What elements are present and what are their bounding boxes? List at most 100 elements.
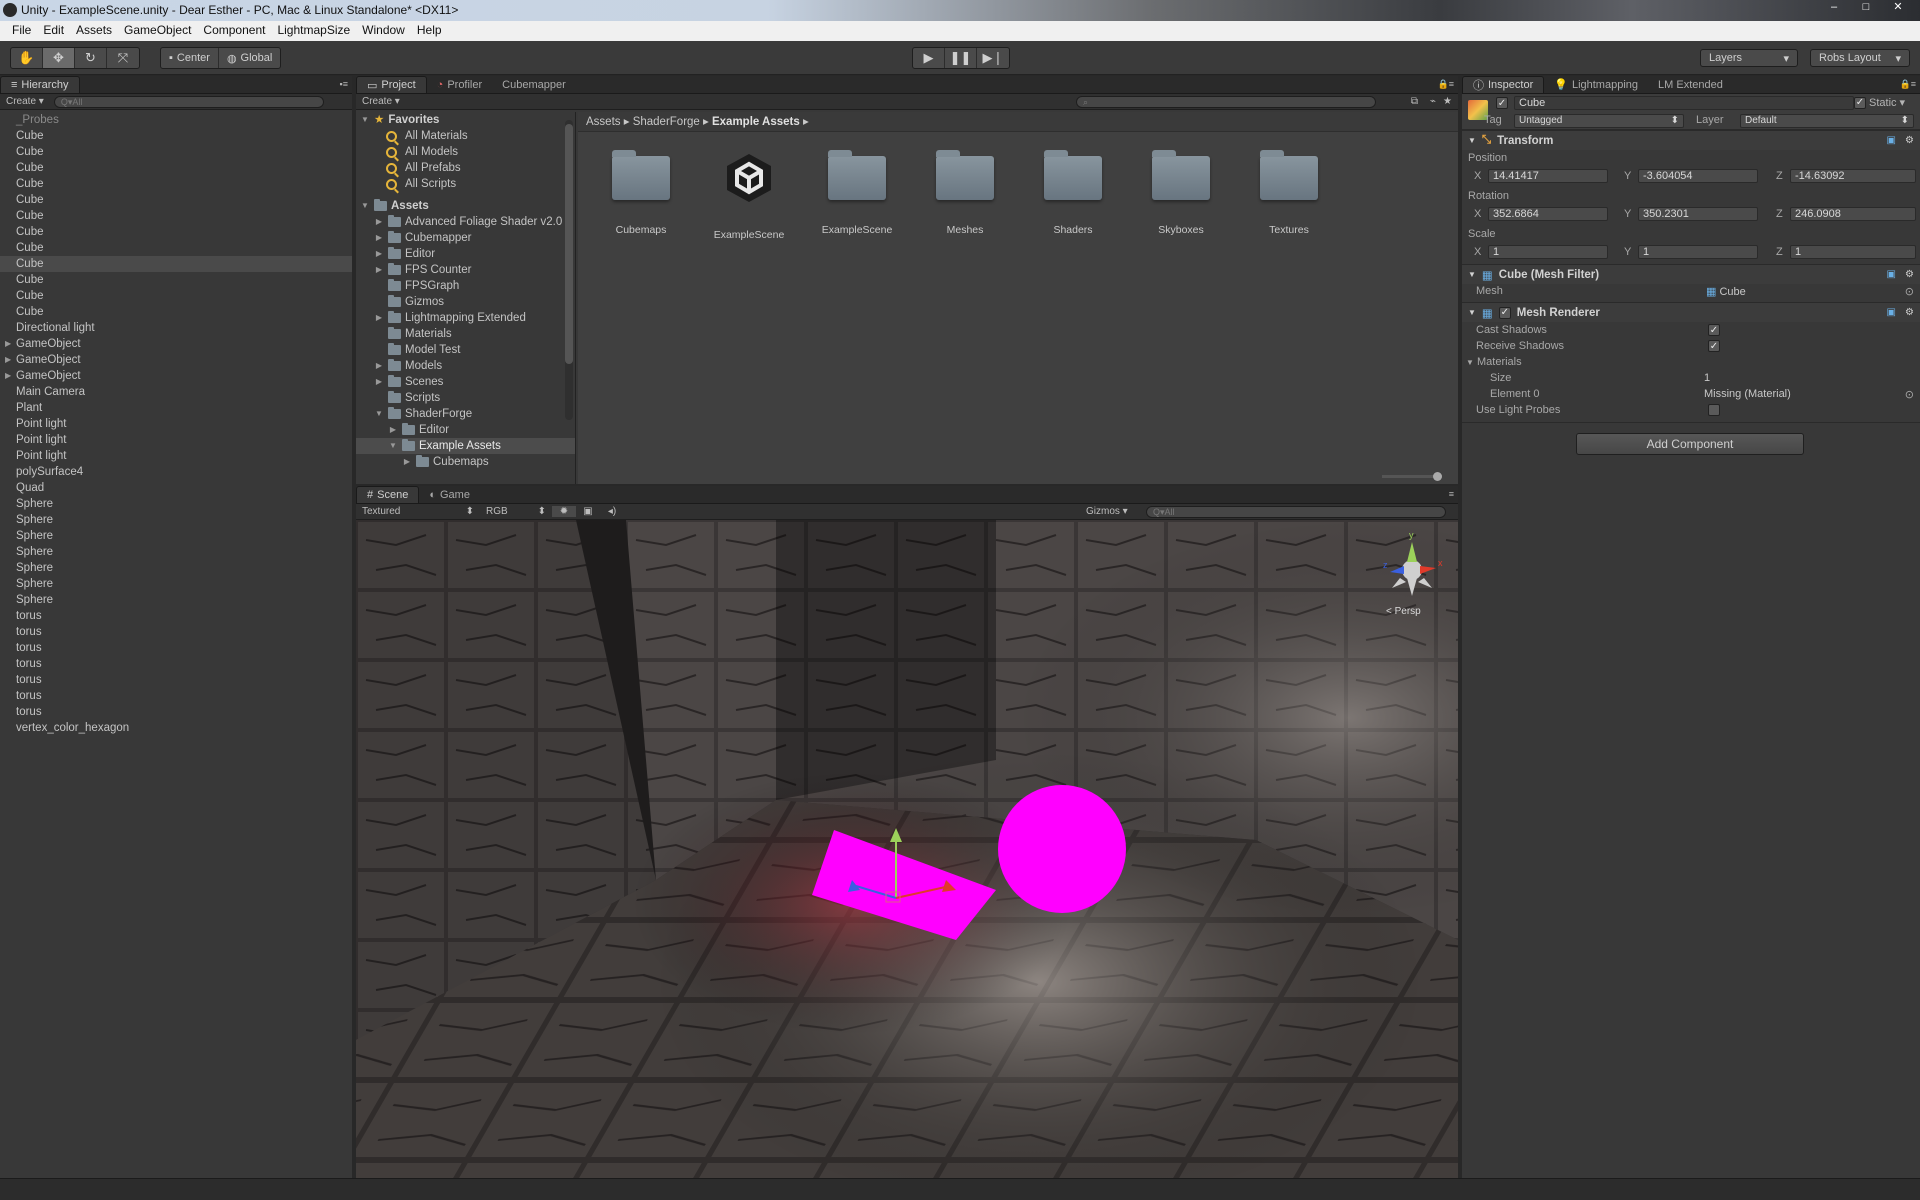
cast-shadows-checkbox[interactable]: ✓ <box>1708 324 1720 336</box>
project-folder-item[interactable]: ▶ FPS Counter <box>356 262 575 278</box>
hierarchy-item[interactable]: Sphere <box>0 560 352 576</box>
object-name-field[interactable]: Cube <box>1514 96 1854 110</box>
project-folder-item[interactable]: ▶ Models <box>356 358 575 374</box>
expand-arrow-icon[interactable]: ▶ <box>374 374 384 390</box>
scale-x-field[interactable]: 1 <box>1488 245 1608 259</box>
project-folder-item[interactable]: ▶ Lightmapping Extended <box>356 310 575 326</box>
project-folder-item[interactable]: Model Test <box>356 342 575 358</box>
tab-profiler[interactable]: ◔ Profiler <box>427 76 493 93</box>
hierarchy-item[interactable]: Quad <box>0 480 352 496</box>
favorite-item[interactable]: All Models <box>356 144 575 160</box>
hierarchy-item[interactable]: Cube <box>0 288 352 304</box>
tab-game[interactable]: ◐ Game <box>419 486 480 503</box>
project-folder-item[interactable]: FPSGraph <box>356 278 575 294</box>
tab-cubemapper[interactable]: Cubemapper <box>492 76 576 93</box>
materials-foldout[interactable]: ▼ Materials <box>1466 356 1522 368</box>
project-folder-item[interactable]: ▶ Cubemapper <box>356 230 575 246</box>
mesh-filter-header[interactable]: ▼ ▦ Cube (Mesh Filter) ▣ ⚙ <box>1462 264 1920 284</box>
close-button[interactable]: ✕ <box>1884 0 1912 16</box>
scale-z-field[interactable]: 1 <box>1790 245 1916 259</box>
expand-arrow-icon[interactable]: ▶ <box>5 368 11 384</box>
expand-arrow-icon[interactable]: ▶ <box>374 358 384 374</box>
mesh-value-field[interactable]: ▦ Cube <box>1706 285 1746 298</box>
hierarchy-item[interactable]: Main Camera <box>0 384 352 400</box>
hierarchy-item[interactable]: torus <box>0 608 352 624</box>
project-folder-item[interactable]: ▶ Editor <box>356 246 575 262</box>
expand-arrow-icon[interactable]: ▼ <box>374 406 384 422</box>
expand-arrow-icon[interactable]: ▼ <box>388 438 398 454</box>
object-active-checkbox[interactable]: ✓ <box>1496 97 1508 109</box>
add-component-button[interactable]: Add Component <box>1576 433 1804 455</box>
filter-label-icon[interactable]: ⌁ <box>1430 96 1436 107</box>
tab-lightmapping[interactable]: 💡 Lightmapping <box>1544 76 1648 93</box>
project-create-button[interactable]: Create ▾ <box>362 96 400 107</box>
help-icon[interactable]: ▣ <box>1887 135 1896 146</box>
tab-inspector[interactable]: ⓘ Inspector <box>1462 76 1545 93</box>
hierarchy-create-button[interactable]: Create ▾ <box>6 96 44 107</box>
render-mode-dropdown[interactable]: Textured ⬍ <box>362 506 480 517</box>
expand-arrow-icon[interactable]: ▶ <box>388 422 398 438</box>
project-folder-item[interactable]: Scripts <box>356 390 575 406</box>
hierarchy-item[interactable]: Cube <box>0 272 352 288</box>
hierarchy-item[interactable]: vertex_color_hexagon <box>0 720 352 736</box>
mesh-renderer-header[interactable]: ▼ ▦ ✓ Mesh Renderer ▣ ⚙ <box>1462 302 1920 322</box>
object-picker-icon[interactable]: ⊙ <box>1905 388 1914 401</box>
hierarchy-item[interactable]: Point light <box>0 432 352 448</box>
favorite-item[interactable]: All Materials <box>356 128 575 144</box>
move-tool-button[interactable]: ✥ <box>43 48 75 68</box>
lock-icon[interactable]: 🔒≡ <box>1900 79 1916 90</box>
rotation-z-field[interactable]: 246.0908 <box>1790 207 1916 221</box>
breadcrumb-assets[interactable]: Assets <box>586 116 621 128</box>
static-checkbox[interactable]: ✓ <box>1854 96 1866 109</box>
hierarchy-item[interactable]: ▶ GameObject <box>0 352 352 368</box>
asset-tile[interactable]: Shaders <box>1034 146 1112 241</box>
help-icon[interactable]: ▣ <box>1887 307 1896 318</box>
asset-tile[interactable]: Cubemaps <box>602 146 680 241</box>
panel-menu-icon[interactable]: ▪≡ <box>340 79 348 89</box>
hierarchy-item[interactable]: Cube <box>0 160 352 176</box>
expand-arrow-icon[interactable]: ▶ <box>402 454 412 470</box>
hierarchy-item[interactable]: Directional light <box>0 320 352 336</box>
hierarchy-item[interactable]: Cube <box>0 208 352 224</box>
scene-search-input[interactable]: Q▾All <box>1146 505 1446 518</box>
rotation-y-field[interactable]: 350.2301 <box>1638 207 1758 221</box>
hierarchy-item[interactable]: torus <box>0 688 352 704</box>
position-y-field[interactable]: -3.604054 <box>1638 169 1758 183</box>
pause-button[interactable]: ❚❚ <box>945 48 977 68</box>
menu-assets[interactable]: Assets <box>70 21 118 41</box>
project-folder-item[interactable]: ▼ Example Assets <box>356 438 575 454</box>
hierarchy-item[interactable]: torus <box>0 624 352 640</box>
hierarchy-item[interactable]: torus <box>0 672 352 688</box>
hierarchy-item[interactable]: Cube <box>0 304 352 320</box>
hierarchy-item[interactable]: Cube <box>0 192 352 208</box>
project-folder-item[interactable]: ▶ Cubemaps <box>356 454 575 470</box>
expand-arrow-icon[interactable]: ▶ <box>5 336 11 352</box>
project-folder-item[interactable]: ▶ Scenes <box>356 374 575 390</box>
color-mode-dropdown[interactable]: RGB ⬍ <box>480 506 552 517</box>
tab-lm-extended[interactable]: LM Extended <box>1648 76 1733 93</box>
lighting-toggle[interactable]: ✹ <box>552 506 576 517</box>
audio-toggle[interactable]: ◂) <box>600 506 624 517</box>
tab-project[interactable]: ▭ Project <box>356 76 427 93</box>
tab-hierarchy[interactable]: ≡ Hierarchy <box>0 76 80 93</box>
icon-size-slider[interactable] <box>1382 472 1442 481</box>
receive-shadows-checkbox[interactable]: ✓ <box>1708 340 1720 352</box>
hierarchy-search-input[interactable]: Q▾All <box>53 95 324 108</box>
expand-arrow-icon[interactable]: ▶ <box>374 230 384 246</box>
position-x-field[interactable]: 14.41417 <box>1488 169 1608 183</box>
hierarchy-item[interactable]: Sphere <box>0 592 352 608</box>
static-toggle[interactable]: ✓ Static ▾ <box>1854 96 1905 109</box>
menu-component[interactable]: Component <box>197 21 271 41</box>
hierarchy-item[interactable]: ▶ GameObject <box>0 368 352 384</box>
gear-icon[interactable]: ⚙ <box>1905 307 1914 318</box>
tree-scrollbar[interactable] <box>565 120 573 420</box>
breadcrumb-example-assets[interactable]: Example Assets <box>712 116 800 128</box>
menu-gameobject[interactable]: GameObject <box>118 21 197 41</box>
hierarchy-item[interactable]: ▶ GameObject <box>0 336 352 352</box>
gear-icon[interactable]: ⚙ <box>1905 269 1914 280</box>
project-folder-item[interactable]: ▼ ShaderForge <box>356 406 575 422</box>
hierarchy-item[interactable]: _Probes <box>0 112 352 128</box>
layer-dropdown[interactable]: Default ⬍ <box>1740 114 1914 128</box>
tag-dropdown[interactable]: Untagged ⬍ <box>1514 114 1684 128</box>
favorites-header[interactable]: ▼ ★ Favorites <box>356 112 575 128</box>
